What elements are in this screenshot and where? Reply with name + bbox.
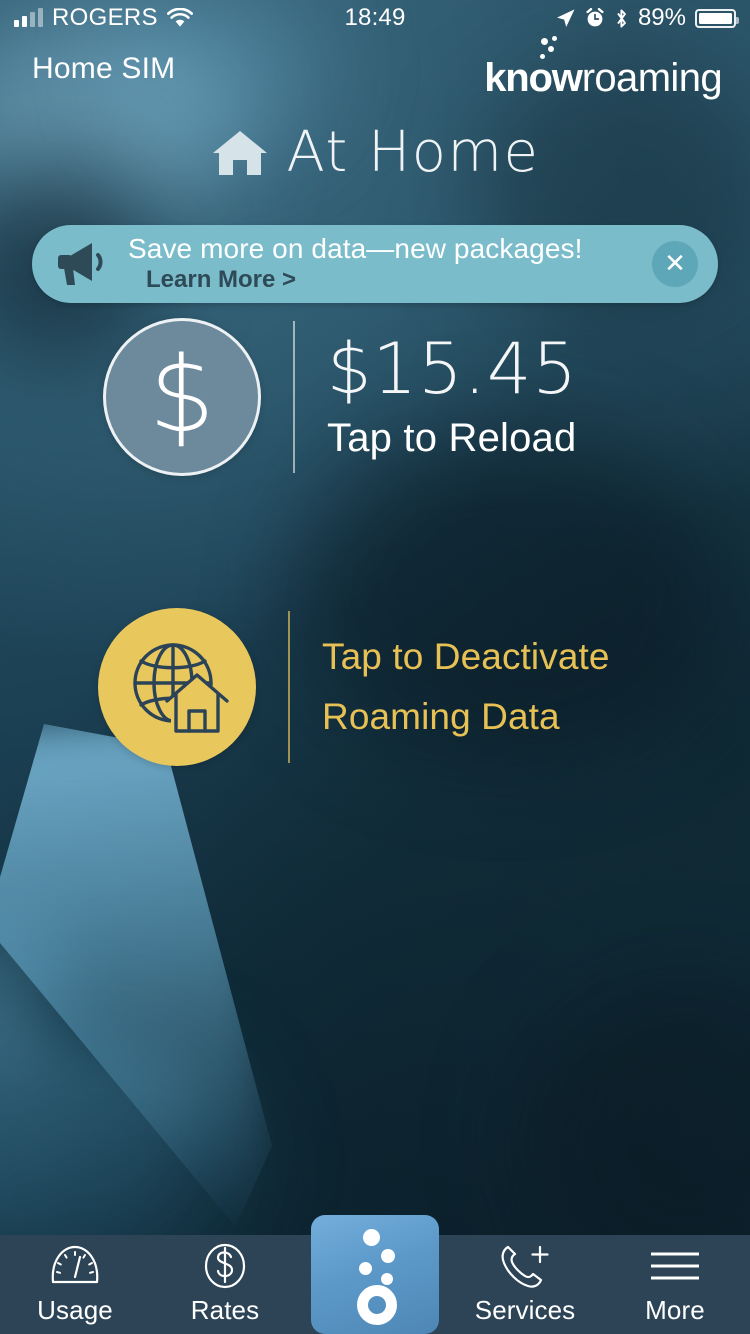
home-sim-label[interactable]: Home SIM	[32, 52, 175, 86]
knowroaming-bubbles-icon	[339, 1228, 411, 1325]
close-icon[interactable]: ✕	[652, 241, 698, 287]
home-icon	[211, 127, 269, 179]
logo-know-text: know	[484, 56, 583, 100]
roaming-action-line-2[interactable]: Roaming Data	[322, 687, 652, 747]
wifi-icon	[166, 8, 193, 28]
tap-to-reload-label[interactable]: Tap to Reload	[327, 416, 647, 461]
tab-usage-label: Usage	[37, 1295, 113, 1325]
app-screen: ROGERS 18:49 89% Home SIM knowroaming At…	[0, 0, 750, 1334]
speedometer-icon	[49, 1243, 101, 1289]
roaming-divider	[288, 611, 290, 763]
tab-home-active[interactable]	[311, 1215, 439, 1334]
tab-services[interactable]: Services	[450, 1235, 600, 1334]
tab-rates[interactable]: Rates	[150, 1235, 300, 1334]
alarm-clock-icon	[585, 8, 605, 28]
page-title-text: At Home	[286, 120, 540, 185]
promo-learn-more-link[interactable]: Learn More >	[128, 266, 652, 294]
bluetooth-icon	[614, 8, 629, 29]
tab-rates-label: Rates	[190, 1295, 260, 1325]
tab-more[interactable]: More	[600, 1235, 750, 1334]
signal-bars-icon	[14, 8, 43, 27]
megaphone-icon	[32, 239, 124, 289]
tab-usage[interactable]: Usage	[0, 1235, 150, 1334]
roaming-section[interactable]: Tap to Deactivate Roaming Data	[0, 608, 750, 766]
battery-percent-label: 89%	[637, 4, 686, 31]
promo-title: Save more on data—new packages!	[128, 233, 583, 265]
carrier-label: ROGERS	[52, 4, 158, 31]
status-bar: ROGERS 18:49 89%	[0, 0, 750, 36]
roaming-action-line-1[interactable]: Tap to Deactivate	[322, 627, 652, 687]
page-title: At Home	[0, 120, 750, 185]
tab-more-label: More	[645, 1295, 705, 1325]
hamburger-icon	[648, 1243, 702, 1289]
dollar-oval-icon	[201, 1243, 249, 1289]
balance-section[interactable]: $ $15.45 Tap to Reload	[0, 318, 750, 476]
tab-services-label: Services	[474, 1295, 576, 1325]
bottom-tab-bar: Usage Rates Services More	[0, 1215, 750, 1334]
location-arrow-icon	[555, 8, 576, 29]
knowroaming-logo: knowroaming	[484, 36, 723, 100]
balance-amount: $15.45	[327, 327, 578, 410]
dollar-circle-icon[interactable]: $	[103, 318, 261, 476]
logo-roaming-text: roaming	[581, 56, 723, 100]
promo-banner[interactable]: Save more on data—new packages! Learn Mo…	[32, 225, 718, 303]
dollar-glyph: $	[148, 334, 216, 456]
app-header: Home SIM knowroaming	[0, 36, 750, 116]
globe-home-icon[interactable]	[98, 608, 256, 766]
balance-divider	[293, 321, 295, 473]
phone-plus-icon	[498, 1243, 552, 1289]
logo-bubbles-icon	[538, 36, 572, 62]
battery-icon	[695, 8, 739, 28]
status-time: 18:49	[344, 4, 406, 31]
